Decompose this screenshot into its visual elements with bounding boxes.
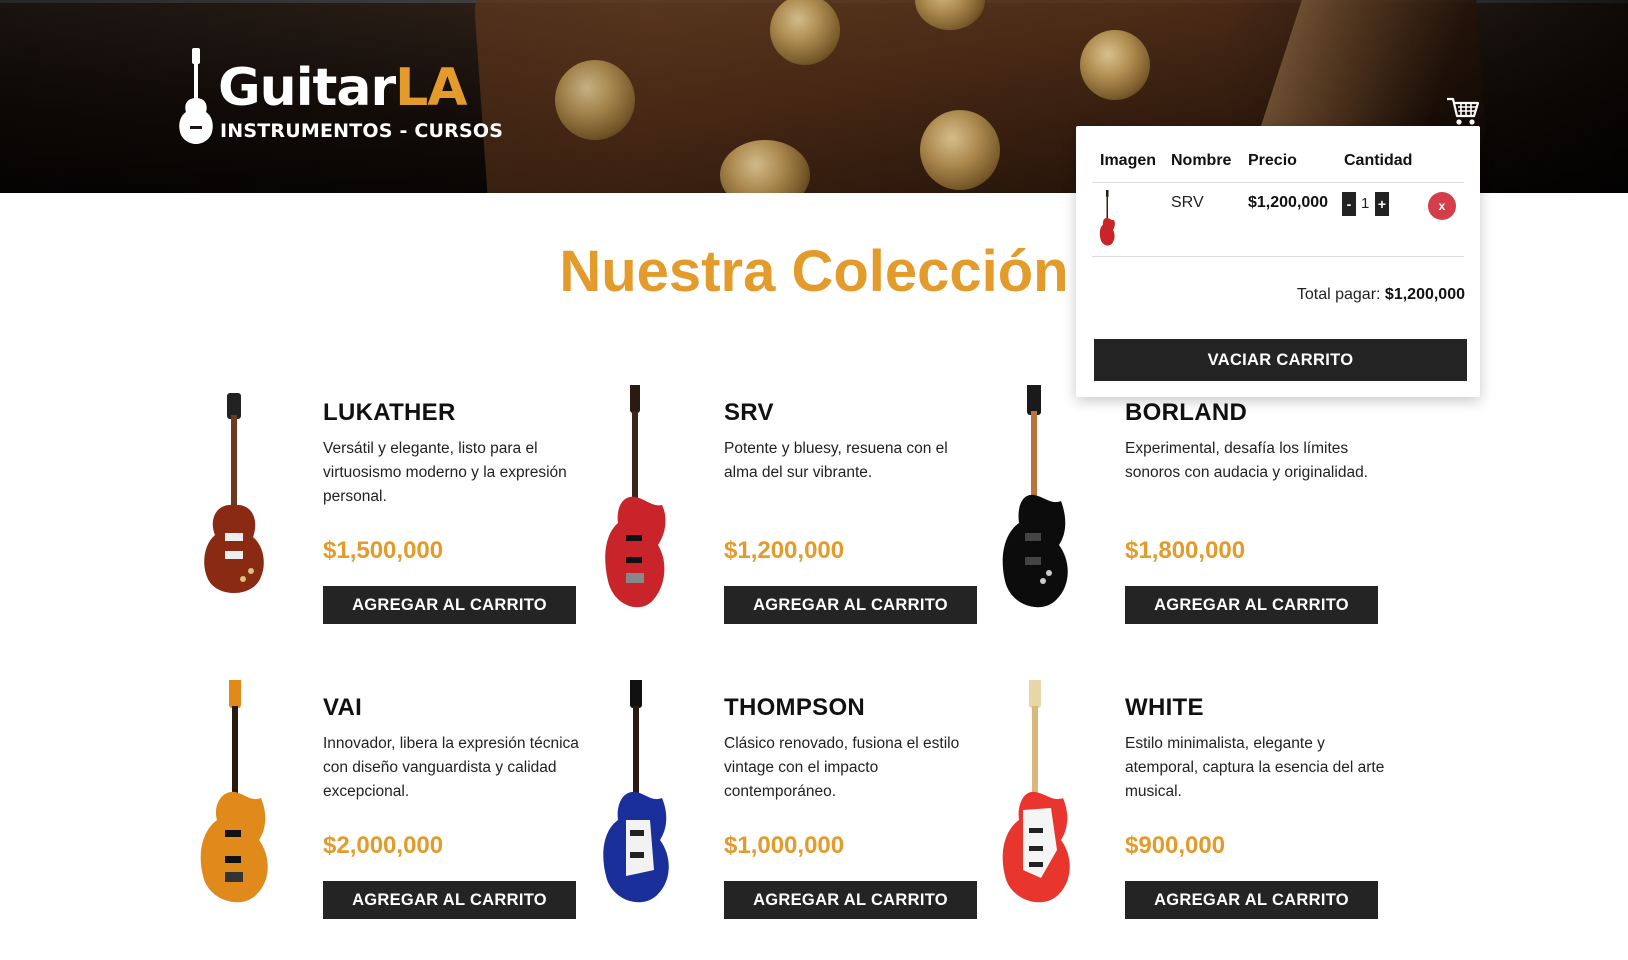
guitar-body — [1002, 494, 1068, 608]
cart-divider — [1092, 256, 1464, 257]
product-name: WHITE — [1125, 694, 1204, 721]
product-price: $900,000 — [1125, 832, 1226, 859]
cart-header-quantity: Cantidad — [1344, 152, 1413, 169]
product-description: Experimental, desafía los límites sonoro… — [1125, 440, 1368, 481]
guitar-logo-icon — [179, 48, 213, 144]
cart-header-name: Nombre — [1171, 152, 1232, 169]
product-card: WHITE Estilo minimalista, elegante y ate… — [997, 680, 1397, 940]
cart-divider — [1092, 182, 1464, 183]
product-name: VAI — [323, 694, 363, 721]
product-price: $2,000,000 — [323, 832, 444, 859]
product-card: VAI Innovador, libera la expresión técni… — [195, 680, 595, 940]
empty-cart-button[interactable]: VACIAR CARRITO — [1094, 339, 1467, 381]
add-to-cart-button[interactable]: AGREGAR AL CARRITO — [1125, 586, 1378, 624]
cart-item-name: SRV — [1171, 194, 1204, 211]
product-name: BORLAND — [1125, 399, 1248, 426]
product-price: $1,000,000 — [724, 832, 845, 859]
product-name: SRV — [724, 399, 774, 426]
product-card: LUKATHER Versátil y elegante, listo para… — [195, 385, 595, 645]
product-card: THOMPSON Clásico renovado, fusiona el es… — [596, 680, 996, 940]
site-logo[interactable]: GuitarLA INSTRUMENTOS - CURSOS — [178, 48, 503, 148]
cart-item-quantity: 1 — [1361, 195, 1370, 212]
cart-total-value: $1,200,000 — [1384, 286, 1465, 303]
decrement-button[interactable]: - — [1342, 192, 1356, 216]
increment-button[interactable]: + — [1375, 192, 1389, 216]
product-description: Innovador, libera la expresión técnica c… — [323, 735, 579, 800]
add-to-cart-button[interactable]: AGREGAR AL CARRITO — [724, 586, 977, 624]
guitar-image — [1002, 680, 1070, 903]
product-card: SRV Potente y bluesy, resuena con el alm… — [596, 385, 996, 645]
add-to-cart-button[interactable]: AGREGAR AL CARRITO — [323, 881, 576, 919]
guitar-image — [605, 385, 666, 608]
cart-item-image — [1099, 190, 1115, 246]
cart-total-label: Total pagar: — [1296, 286, 1381, 303]
product-price: $1,500,000 — [323, 537, 444, 564]
product-description: Estilo minimalista, elegante y atemporal… — [1125, 735, 1385, 800]
guitar-image — [603, 680, 669, 903]
product-name: THOMPSON — [724, 694, 866, 721]
product-description: Clásico renovado, fusiona el estilo vint… — [724, 735, 960, 800]
cart-item-price: $1,200,000 — [1248, 194, 1329, 211]
product-price: $1,800,000 — [1125, 537, 1246, 564]
guitar-image — [200, 680, 268, 903]
remove-item-button[interactable]: x — [1428, 192, 1456, 220]
product-description: Potente y bluesy, resuena con el alma de… — [724, 440, 948, 481]
brand-main: Guitar — [218, 58, 396, 118]
cart-total: Total pagar: $1,200,000 — [1297, 286, 1465, 304]
cart-dropdown: Imagen Nombre Precio Cantidad SRV $1,200… — [1076, 126, 1480, 397]
product-description: Versátil y elegante, listo para el virtu… — [323, 440, 567, 505]
add-to-cart-button[interactable]: AGREGAR AL CARRITO — [724, 881, 977, 919]
add-to-cart-button[interactable]: AGREGAR AL CARRITO — [1125, 881, 1378, 919]
brand-name: GuitarLA — [218, 58, 468, 118]
guitar-image — [204, 393, 264, 593]
guitar-body — [200, 791, 268, 903]
guitar-image — [1002, 385, 1068, 608]
brand-accent: LA — [395, 58, 467, 118]
product-price: $1,200,000 — [724, 537, 845, 564]
cart-header-image: Imagen — [1100, 152, 1157, 169]
product-card: BORLAND Experimental, desafía los límite… — [997, 385, 1397, 645]
cart-header-price: Precio — [1248, 152, 1297, 169]
add-to-cart-button[interactable]: AGREGAR AL CARRITO — [323, 586, 576, 624]
brand-tagline: INSTRUMENTOS - CURSOS — [220, 120, 504, 142]
cart-icon[interactable] — [1446, 96, 1480, 126]
guitar-body — [204, 504, 264, 593]
guitar-body — [605, 496, 666, 608]
product-name: LUKATHER — [323, 399, 456, 426]
